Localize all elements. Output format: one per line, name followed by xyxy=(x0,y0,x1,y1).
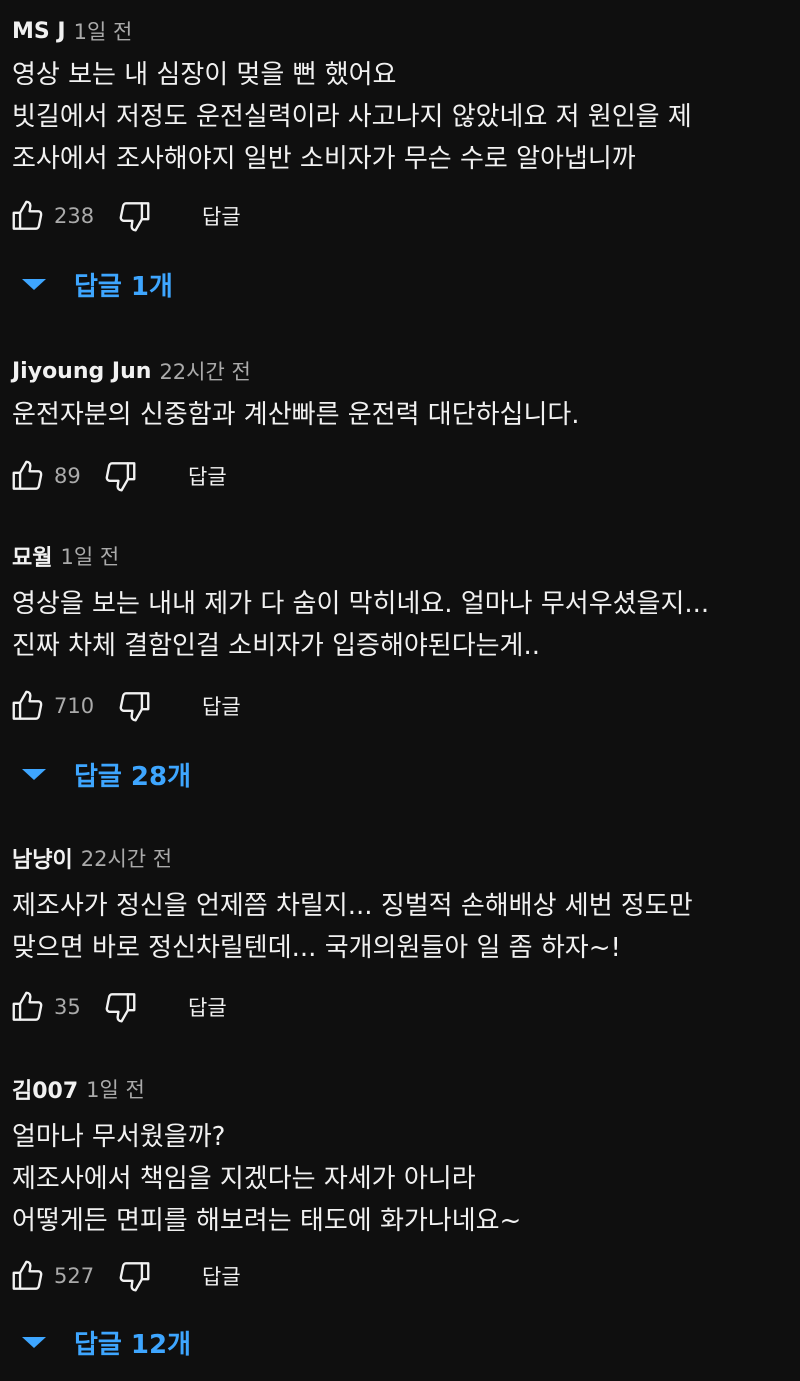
like-count: 710 xyxy=(54,694,95,718)
comment-line: 맞으면 바로 정신차릴텐데... 국개의원들아 일 좀 하자~! xyxy=(12,933,621,963)
comment-time[interactable]: 1일 전 xyxy=(86,1074,145,1104)
like-count: 35 xyxy=(54,995,81,1019)
thumbs-down-icon xyxy=(119,1262,150,1292)
view-replies-label: 답글 28개 xyxy=(74,761,191,792)
caret-down-icon xyxy=(22,278,46,290)
thumbs-down-icon xyxy=(105,462,136,492)
comment-header: 남냥이 22시간 전 xyxy=(12,843,172,873)
comment-actions: 238 답글 xyxy=(8,194,241,238)
thumbs-up-icon xyxy=(12,991,43,1021)
dislike-button[interactable] xyxy=(100,456,140,496)
thumbs-down-icon xyxy=(119,202,150,232)
comment-line: 어떻게든 면피를 해보려는 태도에 화가나네요~ xyxy=(12,1206,522,1236)
like-count: 527 xyxy=(54,1264,95,1288)
view-replies-button[interactable]: 답글 28개 xyxy=(22,754,191,794)
view-replies-label: 답글 1개 xyxy=(74,271,173,302)
view-replies-label: 답글 12개 xyxy=(74,1329,191,1360)
comment-line: 조사에서 조사해야지 일반 소비자가 무슨 수로 알아냅니까 xyxy=(12,144,636,174)
thumbs-up-icon xyxy=(12,460,43,490)
comment-time[interactable]: 22시간 전 xyxy=(159,356,250,386)
dislike-button[interactable] xyxy=(114,686,154,726)
comment-actions: 710 답글 xyxy=(8,684,241,728)
reply-button[interactable]: 답글 xyxy=(188,461,227,491)
comment-author[interactable]: 김007 xyxy=(12,1073,78,1105)
comment-header: 김007 1일 전 xyxy=(12,1074,145,1104)
thumbs-down-icon xyxy=(119,692,150,722)
comment-actions: 89 답글 xyxy=(8,454,227,498)
comment-line: 제조사가 정신을 언제쯤 차릴지... 징벌적 손해배상 세번 정도만 xyxy=(12,891,693,921)
reply-button[interactable]: 답글 xyxy=(202,691,241,721)
like-button[interactable] xyxy=(8,196,48,236)
comment-text: 제조사가 정신을 언제쯤 차릴지... 징벌적 손해배상 세번 정도만 맞으면 … xyxy=(12,885,792,969)
comment-line: 영상 보는 내 심장이 멎을 뻔 했어요 xyxy=(12,60,397,90)
comment-time[interactable]: 1일 전 xyxy=(60,541,119,571)
comment-actions: 527 답글 xyxy=(8,1254,241,1298)
thumbs-down-icon xyxy=(105,993,136,1023)
like-button[interactable] xyxy=(8,1256,48,1296)
comment-line: 영상을 보는 내내 제가 다 숨이 막히네요. 얼마나 무서우셨을지... xyxy=(12,589,710,619)
comment-author[interactable]: Jiyoung Jun xyxy=(12,359,151,384)
thumbs-up-icon xyxy=(12,200,43,230)
comment-line: 얼마나 무서웠을까? xyxy=(12,1122,226,1152)
comment-author[interactable]: MS J xyxy=(12,19,66,44)
comment-line: 빗길에서 저정도 운전실력이라 사고나지 않았네요 저 원인을 제 xyxy=(12,102,692,132)
comment-time[interactable]: 22시간 전 xyxy=(81,843,172,873)
comment-line: 제조사에서 책임을 지겠다는 자세가 아니라 xyxy=(12,1164,476,1194)
dislike-button[interactable] xyxy=(114,1256,154,1296)
like-button[interactable] xyxy=(8,987,48,1027)
like-count: 89 xyxy=(54,464,81,488)
like-count: 238 xyxy=(54,204,95,228)
comment-text: 운전자분의 신중함과 계산빠른 운전력 대단하십니다. xyxy=(12,394,792,436)
dislike-button[interactable] xyxy=(114,196,154,236)
like-button[interactable] xyxy=(8,686,48,726)
comment-header: MS J 1일 전 xyxy=(12,16,132,46)
comment-text: 영상을 보는 내내 제가 다 숨이 막히네요. 얼마나 무서우셨을지... 진짜… xyxy=(12,583,792,667)
thumbs-up-icon xyxy=(12,1260,43,1290)
comment-author[interactable]: 남냥이 xyxy=(12,842,73,874)
reply-button[interactable]: 답글 xyxy=(202,201,241,231)
caret-down-icon xyxy=(22,1336,46,1348)
dislike-button[interactable] xyxy=(100,987,140,1027)
comment-time[interactable]: 1일 전 xyxy=(74,16,133,46)
comment-header: Jiyoung Jun 22시간 전 xyxy=(12,356,251,386)
comment-header: 묘월 1일 전 xyxy=(12,541,119,571)
comment-actions: 35 답글 xyxy=(8,985,227,1029)
comment-line: 운전자분의 신중함과 계산빠른 운전력 대단하십니다. xyxy=(12,400,580,430)
caret-down-icon xyxy=(22,768,46,780)
like-button[interactable] xyxy=(8,456,48,496)
comment-text: 영상 보는 내 심장이 멎을 뻔 했어요 빗길에서 저정도 운전실력이라 사고나… xyxy=(12,54,792,180)
view-replies-button[interactable]: 답글 12개 xyxy=(22,1322,191,1362)
thumbs-up-icon xyxy=(12,690,43,720)
comment-text: 얼마나 무서웠을까? 제조사에서 책임을 지겠다는 자세가 아니라 어떻게든 면… xyxy=(12,1116,792,1242)
comment-author[interactable]: 묘월 xyxy=(12,540,52,572)
view-replies-button[interactable]: 답글 1개 xyxy=(22,264,173,304)
reply-button[interactable]: 답글 xyxy=(202,1261,241,1291)
comment-line: 진짜 차체 결함인걸 소비자가 입증해야된다는게.. xyxy=(12,631,540,661)
reply-button[interactable]: 답글 xyxy=(188,992,227,1022)
